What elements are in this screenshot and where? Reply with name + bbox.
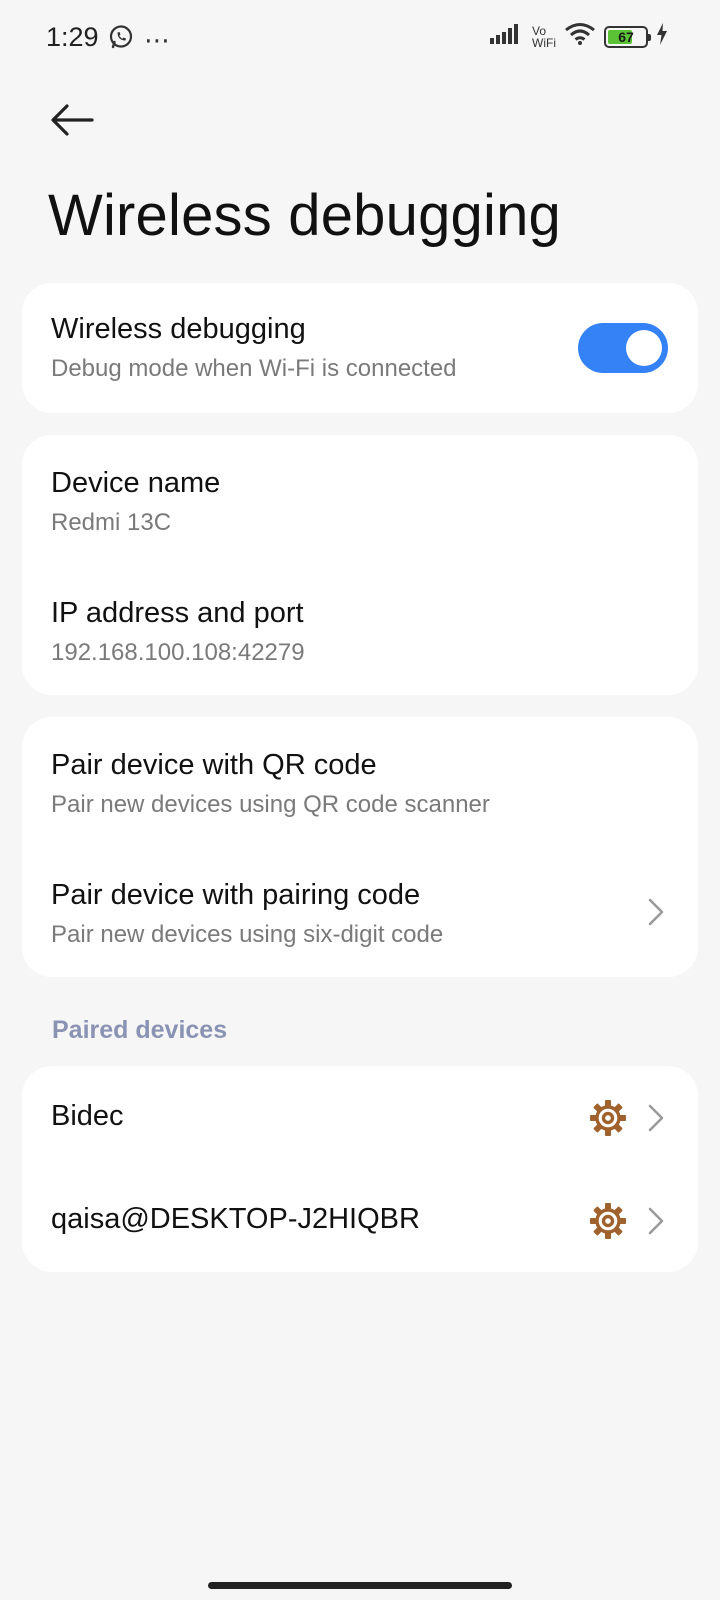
pair-code-subtitle: Pair new devices using six-digit code — [51, 921, 444, 948]
battery-level: 67 — [618, 28, 634, 45]
page-title: Wireless debugging — [48, 183, 561, 248]
pair-code-title: Pair device with pairing code — [51, 879, 421, 911]
chevron-right-icon — [648, 898, 664, 926]
wifi-icon — [564, 22, 596, 51]
vowifi-bottom: WiFi — [532, 35, 556, 50]
paired-device-row[interactable]: Bidec — [22, 1066, 698, 1169]
status-bar: 1:29 ⋯ Vo WiFi 67 — [0, 0, 720, 80]
ip-address-value: 192.168.100.108:42279 — [51, 639, 305, 666]
wireless-debugging-switch[interactable] — [578, 323, 668, 373]
device-info-card: Device name Redmi 13C IP address and por… — [22, 435, 698, 695]
pairing-card: Pair device with QR code Pair new device… — [22, 717, 698, 977]
signal-icon — [490, 23, 524, 50]
back-arrow-icon — [51, 104, 94, 136]
gear-icon[interactable] — [588, 1201, 628, 1241]
wireless-debugging-title: Wireless debugging — [51, 313, 306, 345]
paired-device-name: Bidec — [51, 1100, 124, 1132]
device-name-title: Device name — [51, 467, 221, 499]
vowifi-icon: Vo WiFi — [532, 25, 556, 49]
pair-code-row[interactable]: Pair device with pairing code Pair new d… — [22, 847, 698, 977]
device-name-row[interactable]: Device name Redmi 13C — [22, 435, 698, 565]
home-indicator[interactable] — [208, 1582, 512, 1589]
pair-qr-subtitle: Pair new devices using QR code scanner — [51, 791, 490, 818]
gear-icon[interactable] — [588, 1098, 628, 1138]
pair-qr-row[interactable]: Pair device with QR code Pair new device… — [22, 717, 698, 847]
chevron-right-icon — [648, 1104, 664, 1132]
paired-devices-card: Bidec qaisa@DESKTOP-J2HIQBR — [22, 1066, 698, 1272]
more-dots-icon: ⋯ — [144, 24, 170, 55]
charging-bolt-icon — [656, 23, 668, 50]
paired-devices-header: Paired devices — [52, 1016, 228, 1044]
device-name-value: Redmi 13C — [51, 509, 172, 536]
wireless-debugging-card: Wireless debugging Debug mode when Wi-Fi… — [22, 283, 698, 413]
pair-qr-title: Pair device with QR code — [51, 749, 377, 781]
status-left-icons: ⋯ — [108, 24, 170, 55]
wireless-debugging-toggle-row[interactable]: Wireless debugging Debug mode when Wi-Fi… — [22, 283, 698, 413]
switch-knob — [626, 330, 662, 366]
ip-address-row[interactable]: IP address and port 192.168.100.108:4227… — [22, 565, 698, 695]
battery-icon: 67 — [604, 25, 651, 48]
ip-address-title: IP address and port — [51, 597, 304, 629]
status-right-icons: Vo WiFi 67 — [490, 22, 668, 51]
wireless-debugging-subtitle: Debug mode when Wi-Fi is connected — [51, 355, 457, 382]
paired-device-row[interactable]: qaisa@DESKTOP-J2HIQBR — [22, 1169, 698, 1272]
whatsapp-icon — [108, 24, 134, 55]
paired-device-name: qaisa@DESKTOP-J2HIQBR — [51, 1203, 420, 1235]
status-time: 1:29 — [46, 22, 99, 52]
back-button[interactable] — [48, 96, 96, 144]
vowifi-top: Vo — [532, 23, 547, 38]
chevron-right-icon — [648, 1207, 664, 1235]
